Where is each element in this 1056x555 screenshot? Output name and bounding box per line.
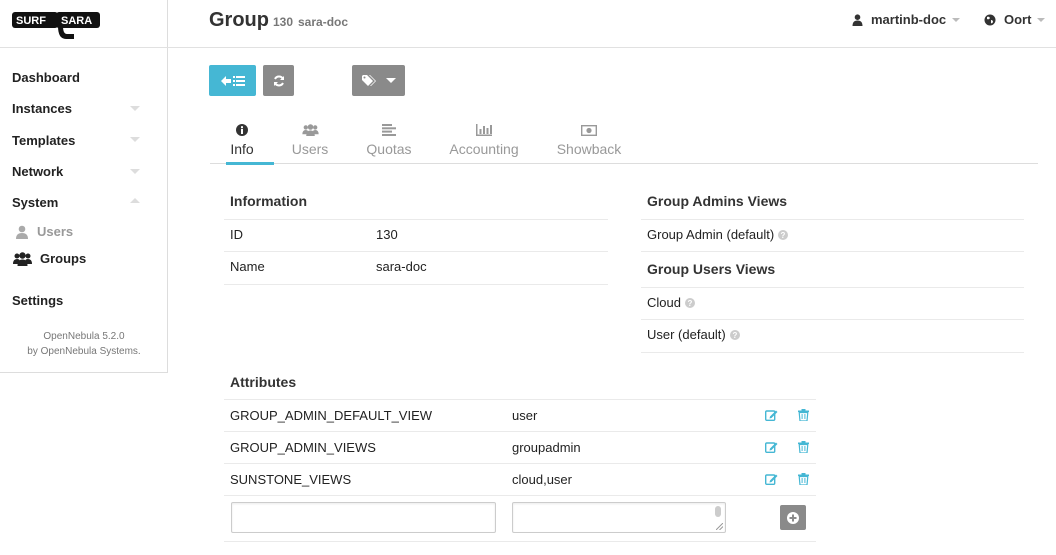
new-attribute-value-textarea[interactable] <box>512 502 726 533</box>
sidebar-item-groups[interactable]: Groups <box>13 251 86 266</box>
svg-text:SARA: SARA <box>61 15 92 27</box>
back-to-list-button[interactable] <box>209 65 256 96</box>
view-item-cloud: Cloud ? <box>647 295 695 310</box>
sidebar: SURF SARA Dashboard Instances Templates … <box>0 0 168 373</box>
user-name: martinb-doc <box>871 12 947 27</box>
attribute-key: GROUP_ADMIN_VIEWS <box>230 440 376 455</box>
user-menu[interactable]: martinb-doc <box>852 12 961 27</box>
attribute-value: cloud,user <box>512 472 572 487</box>
svg-text:SURF: SURF <box>16 15 46 27</box>
sidebar-footer: OpenNebula 5.2.0 by OpenNebula Systems. <box>0 329 168 359</box>
chevron-down-icon <box>385 78 396 83</box>
tab-accounting[interactable]: Accounting <box>449 122 519 157</box>
attribute-value: groupadmin <box>512 440 581 455</box>
edit-icon[interactable] <box>765 441 778 453</box>
sidebar-item-instances[interactable]: Instances <box>12 101 72 116</box>
labels-dropdown-button[interactable] <box>352 65 405 96</box>
admin-views-title: Group Admins Views <box>647 193 788 209</box>
chevron-down-icon <box>130 137 140 142</box>
chevron-down-icon <box>130 169 140 174</box>
zone-name: Oort <box>1004 12 1032 27</box>
tab-users[interactable]: Users <box>291 122 329 157</box>
plus-circle-icon <box>787 511 799 524</box>
sidebar-item-network[interactable]: Network <box>12 164 63 179</box>
chevron-down-icon <box>952 17 961 22</box>
help-icon[interactable]: ? <box>778 229 789 240</box>
trash-icon[interactable] <box>798 409 809 421</box>
sidebar-item-users[interactable]: Users <box>15 224 73 239</box>
sidebar-item-label: Groups <box>40 251 87 266</box>
info-icon <box>236 124 248 136</box>
users-icon <box>301 124 319 136</box>
tab-label: Quotas <box>366 141 412 157</box>
quotas-icon <box>382 124 396 136</box>
info-value-id: 130 <box>376 227 398 242</box>
svg-text:?: ? <box>732 331 737 340</box>
view-item-group-admin: Group Admin (default) ? <box>647 227 789 242</box>
chevron-down-icon <box>130 106 140 111</box>
tab-label: Accounting <box>449 141 519 157</box>
info-key-id: ID <box>230 227 243 242</box>
sidebar-item-settings[interactable]: Settings <box>12 293 63 308</box>
tab-label: Users <box>291 141 329 157</box>
refresh-button[interactable] <box>263 65 294 96</box>
user-icon <box>16 225 28 239</box>
attribute-value: user <box>512 408 538 423</box>
tab-label: Info <box>230 141 254 157</box>
attributes-title: Attributes <box>230 374 297 390</box>
sidebar-item-templates[interactable]: Templates <box>12 133 75 148</box>
resize-handle-icon[interactable] <box>716 523 723 530</box>
users-icon <box>13 251 32 266</box>
help-icon[interactable]: ? <box>684 297 695 308</box>
globe-icon <box>984 14 996 25</box>
attribute-key: SUNSTONE_VIEWS <box>230 472 352 487</box>
refresh-icon <box>273 75 284 86</box>
sidebar-item-dashboard[interactable]: Dashboard <box>12 70 80 85</box>
version-text: OpenNebula 5.2.0 <box>43 331 125 342</box>
chart-icon <box>476 124 492 136</box>
vendor-text[interactable]: by OpenNebula Systems. <box>0 344 168 359</box>
add-attribute-button[interactable] <box>780 505 806 530</box>
trash-icon[interactable] <box>798 473 809 485</box>
page-title: Group <box>209 9 269 31</box>
view-item-user: User (default) ? <box>647 327 740 342</box>
tab-quotas[interactable]: Quotas <box>366 122 412 157</box>
group-name: sara-doc <box>298 15 349 29</box>
group-id: 130 <box>273 15 294 29</box>
info-value-name: sara-doc <box>376 259 427 274</box>
surfsara-logo[interactable]: SURF SARA <box>12 9 102 43</box>
trash-icon[interactable] <box>798 441 809 453</box>
tab-label: Showback <box>556 141 622 157</box>
svg-text:?: ? <box>781 231 786 240</box>
edit-icon[interactable] <box>765 473 778 485</box>
tab-showback[interactable]: Showback <box>556 122 622 157</box>
view-label: Cloud <box>647 295 681 310</box>
user-icon <box>852 13 863 26</box>
user-views-title: Group Users Views <box>647 261 776 277</box>
sidebar-item-label: Users <box>37 224 74 239</box>
chevron-down-icon <box>1037 17 1046 22</box>
zone-menu[interactable]: Oort <box>984 12 1046 27</box>
view-label: User (default) <box>647 327 726 342</box>
view-label: Group Admin (default) <box>647 227 775 242</box>
sidebar-item-system[interactable]: System <box>12 195 58 210</box>
new-attribute-key-input[interactable] <box>231 502 496 533</box>
information-title: Information <box>230 193 307 209</box>
active-tab-indicator <box>226 162 274 165</box>
tags-icon <box>361 74 376 86</box>
svg-text:?: ? <box>688 299 693 308</box>
tab-info[interactable]: Info <box>226 122 258 157</box>
edit-icon[interactable] <box>765 409 778 421</box>
help-icon[interactable]: ? <box>729 329 740 340</box>
money-icon <box>581 124 597 136</box>
chevron-up-icon <box>130 198 140 203</box>
back-to-list-icon <box>220 75 245 86</box>
info-key-name: Name <box>230 259 265 274</box>
textarea-scrollbar[interactable] <box>715 506 721 517</box>
attribute-key: GROUP_ADMIN_DEFAULT_VIEW <box>230 408 433 423</box>
